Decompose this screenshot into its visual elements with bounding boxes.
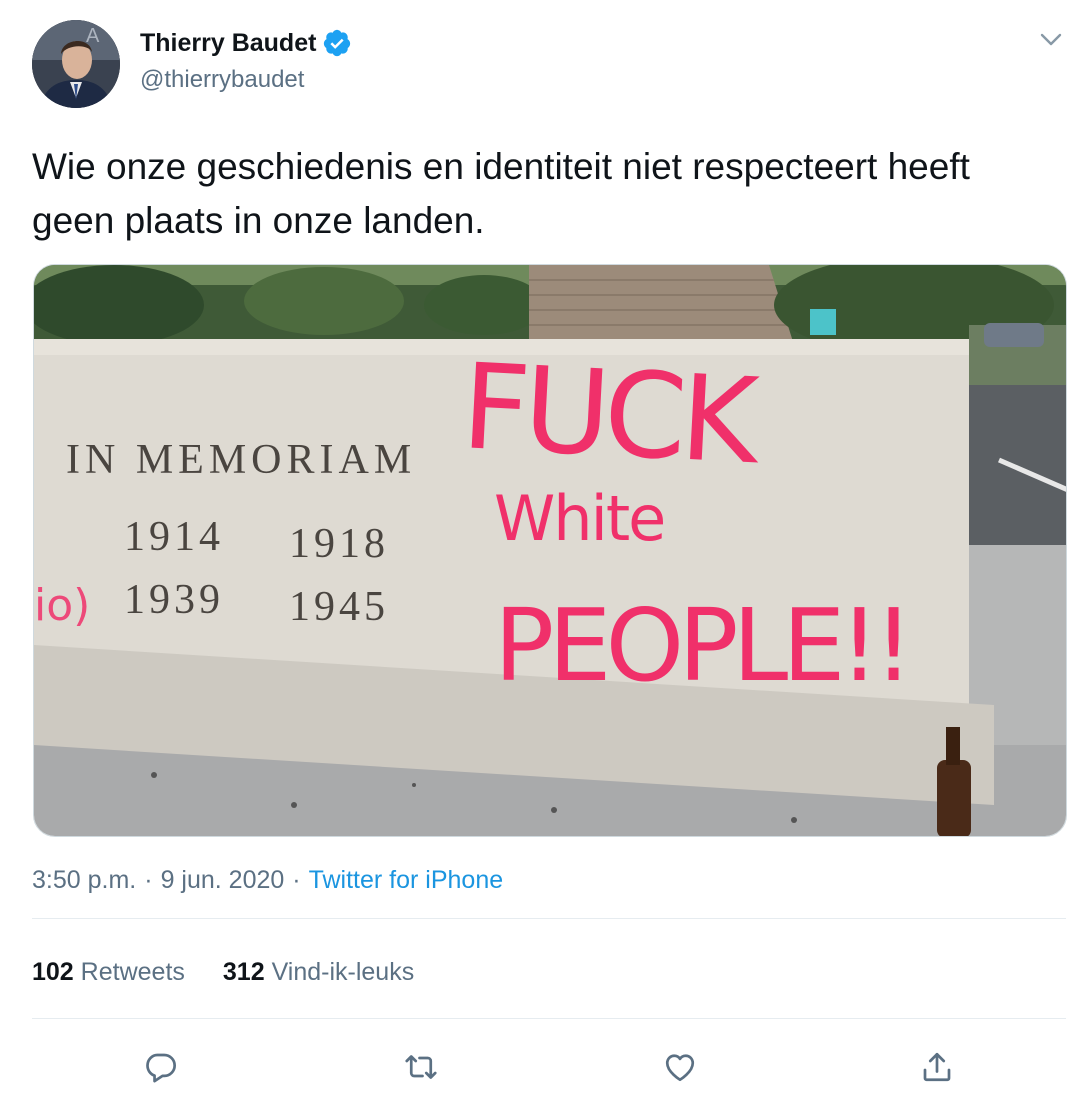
retweets-stat[interactable]: 102 Retweets (32, 958, 185, 987)
tweet-text: Wie onze geschiedenis en identiteit niet… (32, 146, 970, 241)
author-avatar[interactable]: A (32, 20, 120, 108)
graffiti-line-1: FUCK (459, 337, 764, 490)
author-handle[interactable]: @thierrybaudet (140, 66, 304, 94)
graffiti-line-2: White (494, 482, 664, 555)
inscription-year-1914: 1914 (124, 514, 224, 560)
chevron-down-icon (1040, 33, 1062, 46)
divider (32, 1018, 1066, 1019)
tweet-card: A Thierry Baudet @thierrybaudet Wie onze… (0, 0, 1086, 1102)
svg-text:A: A (86, 25, 100, 47)
svg-text:io): io) (34, 580, 90, 631)
heart-icon (665, 1054, 695, 1082)
retweet-icon (405, 1055, 437, 1079)
tweet-stats: 102 Retweets 312 Vind-ik-leuks (32, 958, 414, 987)
share-icon (923, 1052, 951, 1082)
likes-stat[interactable]: 312 Vind-ik-leuks (223, 958, 414, 987)
tweet-menu-button[interactable] (1036, 28, 1066, 52)
tweet-photo[interactable]: IN MEMORIAM 1914 1918 1939 1945 io) FUCK… (33, 264, 1067, 837)
likes-count: 312 (222, 958, 265, 986)
inscription-year-1918: 1918 (289, 521, 389, 567)
meta-separator: · (144, 866, 153, 894)
avatar-photo: A (32, 20, 120, 108)
reply-icon (146, 1053, 176, 1083)
retweets-label: Retweets (80, 958, 185, 986)
author-name-row[interactable]: Thierry Baudet (140, 28, 352, 58)
tweet-actions (0, 1044, 1086, 1090)
graffiti-line-3: PEOPLE!! (494, 587, 908, 704)
reply-button[interactable] (138, 1044, 184, 1090)
likes-label: Vind-ik-leuks (271, 958, 415, 986)
tweet-time[interactable]: 3:50 p.m. (32, 866, 136, 895)
like-button[interactable] (657, 1044, 703, 1090)
retweets-count: 102 (32, 958, 74, 986)
tweet-meta: 3:50 p.m. · 9 jun. 2020 · Twitter for iP… (32, 866, 503, 895)
inscription-year-1945: 1945 (289, 584, 389, 630)
verified-badge-icon (324, 29, 351, 57)
inscription-title: IN MEMORIAM (66, 437, 416, 483)
inscription-year-1939: 1939 (124, 577, 224, 623)
tweet-date[interactable]: 9 jun. 2020 (161, 866, 285, 895)
meta-separator: · (292, 866, 301, 894)
memorial-photo: IN MEMORIAM 1914 1918 1939 1945 io) FUCK… (34, 265, 1066, 836)
retweet-button[interactable] (398, 1044, 444, 1090)
share-button[interactable] (914, 1044, 960, 1090)
tweet-source-link[interactable]: Twitter for iPhone (309, 866, 504, 895)
divider (32, 918, 1066, 919)
author-display-name[interactable]: Thierry Baudet (140, 29, 316, 58)
